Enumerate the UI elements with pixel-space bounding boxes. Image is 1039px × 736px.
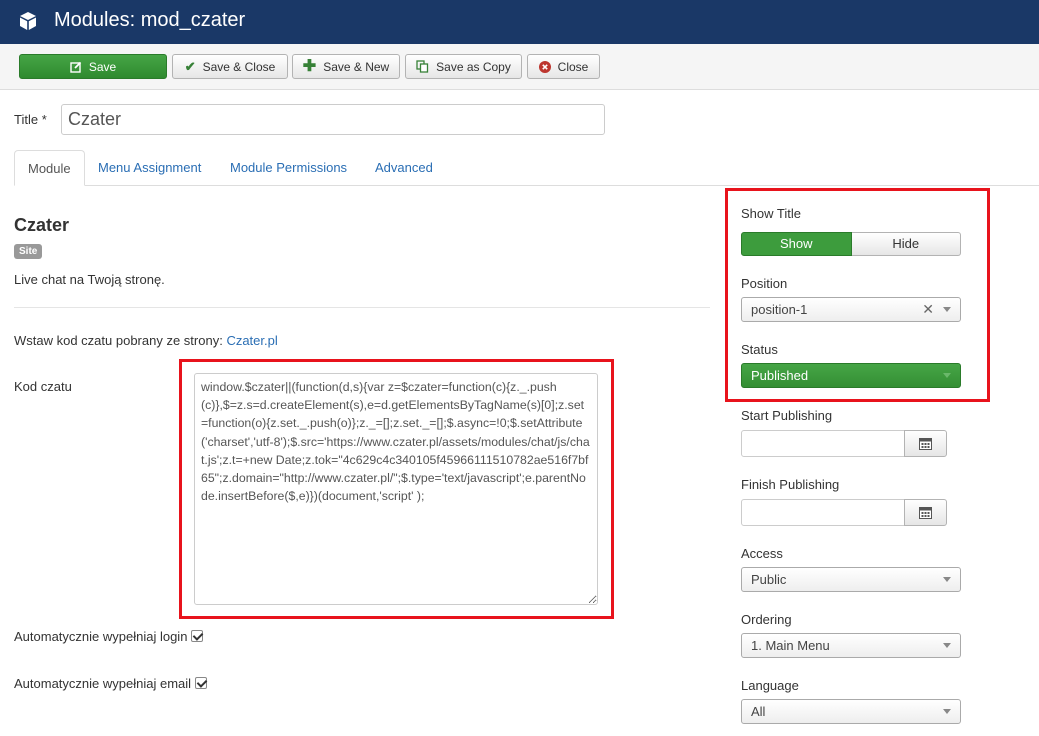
app-header: Modules: mod_czater	[0, 0, 1039, 44]
show-title-toggle: Show Hide	[741, 232, 961, 256]
info-label: Wstaw kod czatu pobrany ze strony:	[14, 333, 227, 348]
show-title-hide-button[interactable]: Hide	[851, 232, 961, 256]
page-title: Modules: mod_czater	[54, 9, 246, 31]
tab-module[interactable]: Module	[14, 150, 85, 186]
position-select[interactable]: position-1 ✕	[741, 297, 961, 322]
start-publishing-calendar-button[interactable]	[904, 430, 947, 457]
tab-module-permissions[interactable]: Module Permissions	[217, 150, 360, 186]
calendar-icon	[919, 507, 932, 519]
save-new-button[interactable]: ✚ Save & New	[292, 54, 400, 79]
clear-icon[interactable]: ✕	[922, 298, 934, 321]
status-select[interactable]: Published	[741, 363, 961, 388]
cube-icon	[20, 12, 36, 30]
save-close-button[interactable]: ✔ Save & Close	[172, 54, 288, 79]
autofill-email-row: Automatycznie wypełniaj email	[14, 676, 208, 691]
code-label: Kod czatu	[14, 379, 72, 394]
language-select[interactable]: All	[741, 699, 961, 724]
finish-publishing-calendar-button[interactable]	[904, 499, 947, 526]
close-circle-icon	[538, 60, 551, 73]
module-name: Czater	[14, 215, 70, 235]
access-value: Public	[751, 572, 787, 587]
save-copy-button[interactable]: Save as Copy	[405, 54, 522, 79]
close-button[interactable]: Close	[527, 54, 600, 79]
czater-link[interactable]: Czater.pl	[226, 333, 277, 348]
status-value: Published	[751, 368, 809, 383]
autofill-email-label: Automatycznie wypełniaj email	[14, 676, 192, 691]
autofill-login-row: Automatycznie wypełniaj login	[14, 629, 204, 644]
caret-down-icon	[943, 709, 951, 714]
copy-icon	[416, 60, 429, 73]
access-select[interactable]: Public	[741, 567, 961, 592]
status-label: Status	[741, 342, 778, 357]
save-label: Save	[88, 59, 117, 74]
save-button[interactable]: Save	[19, 54, 167, 79]
site-badge: Site	[14, 244, 43, 259]
save-close-label: Save & Close	[202, 59, 276, 74]
ordering-select[interactable]: 1. Main Menu	[741, 633, 961, 658]
tab-menu-assignment[interactable]: Menu Assignment	[85, 150, 214, 186]
section-divider	[14, 307, 710, 308]
autofill-login-label: Automatycznie wypełniaj login	[14, 629, 188, 644]
save-copy-label: Save as Copy	[436, 59, 511, 74]
autofill-login-checkbox[interactable]	[191, 630, 204, 642]
start-publishing-label: Start Publishing	[741, 408, 833, 423]
check-icon: ✔	[184, 59, 196, 74]
finish-publishing-input[interactable]	[741, 499, 905, 526]
module-description: Live chat na Twoją stronę.	[14, 272, 165, 287]
save-new-label: Save & New	[323, 59, 390, 74]
toolbar: Save ✔ Save & Close ✚ Save & New Save as…	[0, 44, 1039, 90]
title-label: Title *	[14, 112, 47, 127]
show-title-label: Show Title	[741, 206, 801, 221]
language-value: All	[751, 704, 766, 719]
position-label: Position	[741, 276, 788, 291]
position-value: position-1	[751, 302, 808, 317]
caret-down-icon	[943, 643, 951, 648]
language-label: Language	[741, 678, 799, 693]
finish-publishing-label: Finish Publishing	[741, 477, 840, 492]
ordering-value: 1. Main Menu	[751, 638, 830, 653]
plus-icon: ✚	[302, 57, 317, 75]
close-label: Close	[557, 59, 589, 74]
info-text: Wstaw kod czatu pobrany ze strony: Czate…	[14, 333, 278, 348]
caret-down-icon	[943, 373, 951, 378]
edit-icon	[70, 61, 81, 73]
highlight-box-code	[179, 359, 614, 619]
caret-down-icon	[943, 577, 951, 582]
title-input[interactable]	[61, 104, 605, 135]
calendar-icon	[919, 438, 932, 450]
access-label: Access	[741, 546, 783, 561]
autofill-email-checkbox[interactable]	[195, 677, 208, 689]
start-publishing-input[interactable]	[741, 430, 905, 457]
caret-down-icon	[943, 307, 951, 312]
ordering-label: Ordering	[741, 612, 792, 627]
show-title-show-button[interactable]: Show	[741, 232, 852, 256]
tab-advanced[interactable]: Advanced	[362, 150, 446, 186]
